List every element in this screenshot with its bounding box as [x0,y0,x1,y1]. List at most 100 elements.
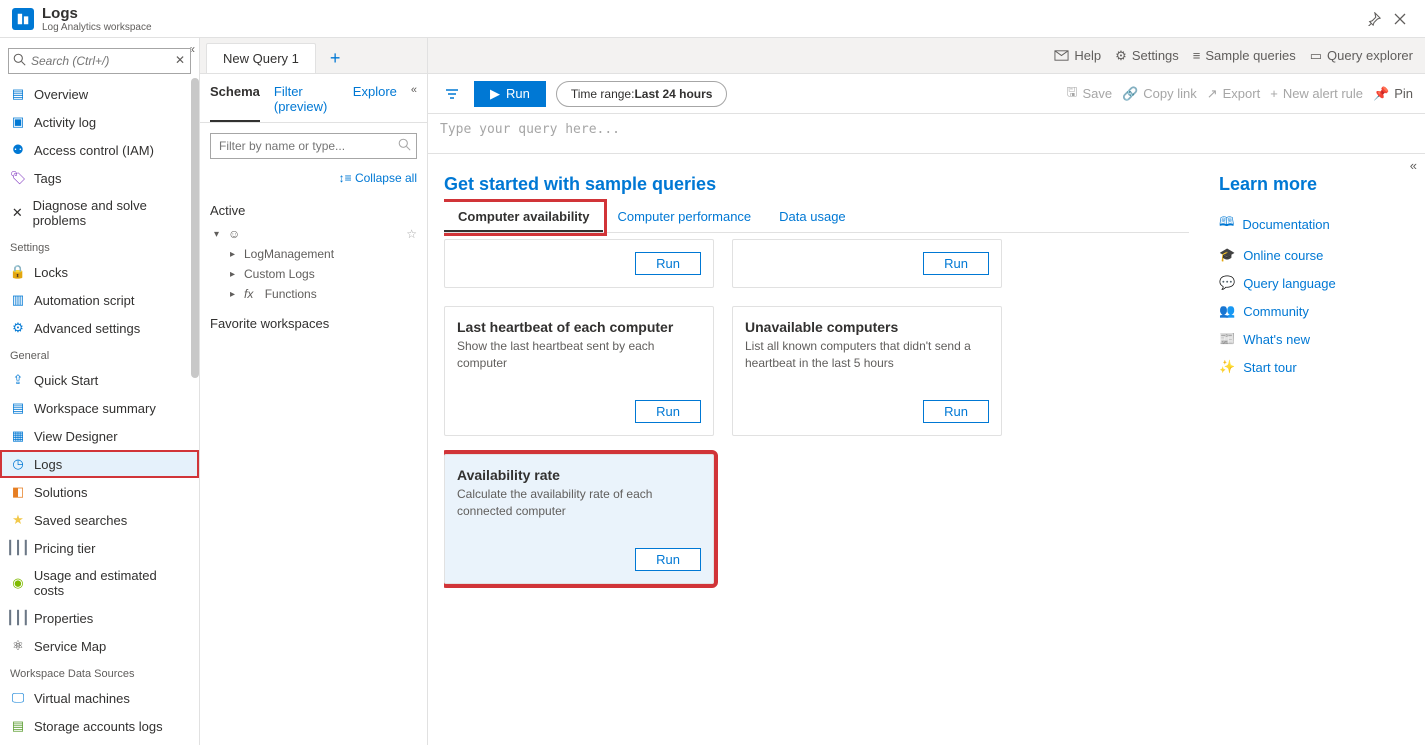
schema-active-label: Active [210,203,417,218]
sidebar-search-input[interactable] [8,48,191,74]
sample-tab-data-usage[interactable]: Data usage [765,203,860,232]
sidebar-item-virtual-machines[interactable]: 🖵Virtual machines [0,684,199,712]
sample-tabs: Computer availability Computer performan… [444,203,1189,233]
search-icon [398,138,411,154]
close-icon[interactable] [1387,6,1413,32]
list-icon: ≡ [1193,48,1201,63]
sidebar-item-logs[interactable]: ◷Logs [0,450,199,478]
filter-tab[interactable]: Filter (preview) [274,84,339,122]
play-icon: ▶ [490,86,500,102]
run-button[interactable]: ▶Run [474,81,546,107]
sidebar-item-solutions[interactable]: ◧Solutions [0,478,199,506]
vm-icon: 🖵 [10,690,26,706]
sidebar-item-saved-searches[interactable]: ★Saved searches [0,506,199,534]
properties-icon: ┃┃┃ [10,610,26,626]
schema-collapse-button[interactable]: « [411,84,417,122]
sample-run-button[interactable]: Run [635,400,701,423]
query-explorer-button[interactable]: ▭Query explorer [1310,48,1413,64]
sidebar-item-view-designer[interactable]: ▦View Designer [0,422,199,450]
sidebar-scrollbar[interactable] [191,78,199,378]
learn-more-heading: Learn more [1219,174,1409,195]
sample-run-button[interactable]: Run [635,548,701,571]
export-button[interactable]: ↗Export [1207,86,1260,102]
nav-list: ▤Overview ▣Activity log ⚉Access control … [0,80,199,740]
sample-card: Run [444,239,714,288]
logs-product-icon [12,8,34,30]
sample-run-button[interactable]: Run [635,252,701,275]
settings-section-header: Settings [0,234,199,258]
sidebar-item-locks[interactable]: 🔒Locks [0,258,199,286]
page-subtitle: Log Analytics workspace [42,22,152,33]
schema-filter-input[interactable] [210,133,417,159]
save-icon: 🖫 [1066,83,1077,105]
explore-tab[interactable]: Explore [353,84,397,122]
workspace-icon: ☺ [228,227,240,241]
learn-link-documentation[interactable]: 🕮Documentation [1219,207,1409,241]
diagnose-icon: ✕ [10,205,25,221]
favorite-star-icon[interactable]: ☆ [406,227,417,241]
new-alert-button[interactable]: +New alert rule [1270,86,1363,101]
sidebar-item-activity-log[interactable]: ▣Activity log [0,108,199,136]
card-title: Unavailable computers [745,319,989,335]
sidebar-item-usage[interactable]: ◉Usage and estimated costs [0,562,199,604]
sidebar-item-pricing-tier[interactable]: ┃┃┃Pricing tier [0,534,199,562]
sidebar-item-automation-script[interactable]: ▥Automation script [0,286,199,314]
time-range-selector[interactable]: Time range: Last 24 hours [556,81,728,107]
schema-tree-item[interactable]: ▸fx Functions [214,284,417,304]
learn-link-start-tour[interactable]: ✨Start tour [1219,353,1409,381]
help-button[interactable]: Help [1054,48,1101,63]
sidebar-item-storage-accounts[interactable]: ▤Storage accounts logs [0,712,199,740]
query-tab[interactable]: New Query 1 [206,43,316,73]
schema-tab[interactable]: Schema [210,84,260,122]
schema-workspace-row[interactable]: ▾☺☆ [214,224,417,244]
sidebar-item-tags[interactable]: 🏷Tags [0,164,199,192]
sidebar-item-advanced-settings[interactable]: ⚙Advanced settings [0,314,199,342]
explorer-icon: ▭ [1310,48,1322,64]
sample-queries-button[interactable]: ≡Sample queries [1193,48,1296,63]
schema-tree-item[interactable]: ▸Custom Logs [214,264,417,284]
grad-cap-icon: 🎓 [1219,247,1235,263]
learn-link-query-language[interactable]: 💬Query language [1219,269,1409,297]
collapse-all-button[interactable]: ↕≡ Collapse all [200,169,427,193]
sidebar-item-properties[interactable]: ┃┃┃Properties [0,604,199,632]
card-title: Availability rate [457,467,701,483]
sample-tab-computer-availability[interactable]: Computer availability [444,203,603,232]
card-title: Last heartbeat of each computer [457,319,701,335]
filter-toggle-button[interactable] [440,82,464,106]
sidebar-item-service-map[interactable]: ⚛Service Map [0,632,199,660]
sidebar-item-overview[interactable]: ▤Overview [0,80,199,108]
query-editor[interactable]: Type your query here... [428,114,1425,154]
title-block: Logs Log Analytics workspace [42,5,152,33]
sample-card: Run [732,239,1002,288]
learn-link-community[interactable]: 👥Community [1219,297,1409,325]
news-icon: 📰 [1219,331,1235,347]
settings-button[interactable]: ⚙Settings [1115,48,1179,64]
sidebar-item-workspace-summary[interactable]: ▤Workspace summary [0,394,199,422]
sample-card-availability-rate: Availability rate Calculate the availabi… [444,454,714,584]
pin-icon[interactable] [1361,6,1387,32]
sample-cards-grid: Run Run Last heartbeat of each computer … [444,239,1189,584]
add-tab-button[interactable]: + [320,44,351,73]
overview-icon: ▤ [10,86,26,102]
sidebar-item-diagnose[interactable]: ✕Diagnose and solve problems [0,192,199,234]
scroll-up-icon[interactable]: « [1410,158,1417,173]
sample-run-button[interactable]: Run [923,400,989,423]
schema-tree-item[interactable]: ▸LogManagement [214,244,417,264]
logs-icon: ◷ [10,456,26,472]
sidebar-item-quick-start[interactable]: ⇪Quick Start [0,366,199,394]
save-button[interactable]: 🖫Save [1066,83,1112,105]
sample-run-button[interactable]: Run [923,252,989,275]
usage-icon: ◉ [10,575,26,591]
copy-link-button[interactable]: 🔗Copy link [1122,86,1197,102]
solutions-icon: ◧ [10,484,26,500]
clear-icon[interactable]: ✕ [175,53,185,67]
learn-link-whats-new[interactable]: 📰What's new [1219,325,1409,353]
pin-button[interactable]: 📌Pin [1373,86,1413,102]
sample-card-unavailable: Unavailable computers List all known com… [732,306,1002,436]
script-icon: ▥ [10,292,26,308]
learn-link-online-course[interactable]: 🎓Online course [1219,241,1409,269]
sample-tab-computer-performance[interactable]: Computer performance [603,203,765,232]
quick-start-icon: ⇪ [10,372,26,388]
sidebar-item-access-control[interactable]: ⚉Access control (IAM) [0,136,199,164]
access-control-icon: ⚉ [10,142,26,158]
